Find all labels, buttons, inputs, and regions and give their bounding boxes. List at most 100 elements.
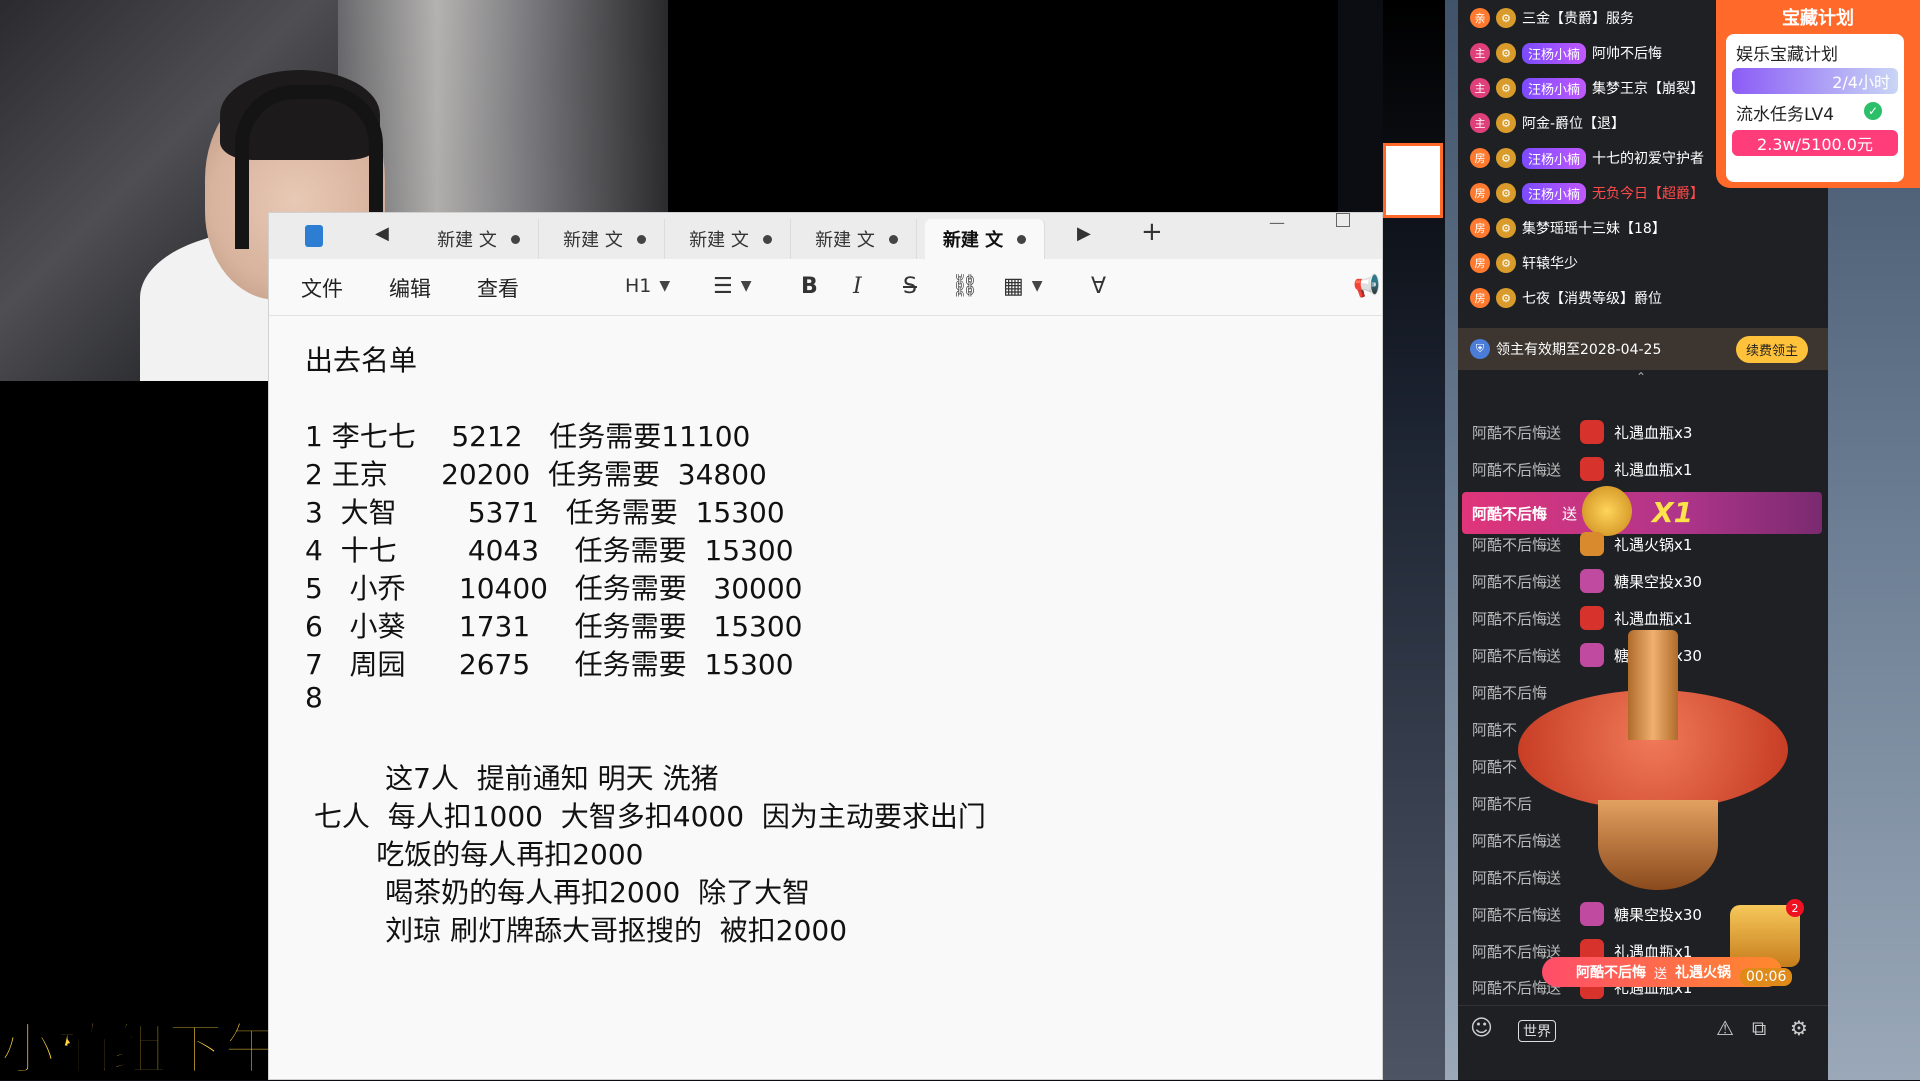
gift-sender: 阿酷不后悔 — [1472, 572, 1548, 591]
list-icon: ☰ — [713, 273, 733, 299]
menu-view[interactable]: 查看 — [477, 273, 519, 303]
mini-treasure-preview[interactable] — [1383, 143, 1443, 218]
text-line: 吃饭的每人再扣2000 — [305, 838, 644, 871]
gift-message[interactable]: 阿酷不后悔送 糖果空投x30 — [1472, 899, 1702, 929]
minimize-icon[interactable]: — — [1269, 213, 1285, 232]
gift-name: 糖果空投x30 — [1614, 572, 1702, 591]
check-icon: ✓ — [1864, 102, 1882, 120]
chat-message[interactable]: 房 ⚙ 汪杨小楠 十七的初爱守护者 — [1470, 144, 1704, 172]
tab-2[interactable]: 新建 文 — [545, 219, 665, 259]
gift-message[interactable]: 阿酷不后悔送 礼遇血瓶x1 — [1472, 603, 1692, 633]
gift-message[interactable]: 阿酷不后悔送 礼遇血瓶x3 — [1472, 417, 1692, 447]
link-icon[interactable]: ⛓ — [951, 271, 979, 301]
text-line: 2 王京 20200 任务需要 34800 — [305, 458, 767, 491]
tab-5-active[interactable]: 新建 文 — [925, 219, 1045, 259]
tab-3[interactable]: 新建 文 — [671, 219, 791, 259]
hotpot-chimney — [1628, 630, 1678, 740]
chat-message[interactable]: 亲 ⚙ 三金【贵爵】服务 — [1470, 4, 1634, 32]
popup-send-label: 送 — [1654, 966, 1668, 982]
level-badge-icon: 房 — [1470, 218, 1490, 238]
menu-file[interactable]: 文件 — [301, 273, 343, 303]
treasure-title: 宝藏计划 — [1782, 8, 1854, 29]
chat-message[interactable]: 房 ⚙ 汪杨小楠 无负今日【超爵】 — [1470, 179, 1704, 207]
chevron-up-icon[interactable]: ⌃ — [1636, 370, 1646, 384]
level-badge-icon: 房 — [1470, 288, 1490, 308]
level-badge-icon: 房 — [1470, 183, 1490, 203]
text-line: 出去名单 — [305, 344, 418, 377]
treasure-plan-card[interactable]: 宝藏计划 娱乐宝藏计划 2/4小时 流水任务LV4 ✓ 2.3w/5100.0元 — [1716, 0, 1920, 188]
world-chat-label[interactable]: 世界 — [1518, 1020, 1556, 1042]
bold-button[interactable]: B — [801, 271, 818, 301]
announcement-icon[interactable]: 📢 — [1353, 271, 1380, 301]
renew-guardian-button[interactable]: 续费领主 — [1735, 336, 1808, 363]
settings-icon[interactable]: ⚙ — [1790, 1016, 1808, 1040]
clear-format-icon[interactable]: Ɐ — [1091, 271, 1106, 301]
text-line: 8 — [305, 681, 323, 714]
tab-label: 新建 文 — [563, 230, 623, 251]
gift-message[interactable]: 阿酷不后悔送 礼遇血瓶x1 — [1472, 454, 1692, 484]
tab-4[interactable]: 新建 文 — [797, 219, 917, 259]
medal-icon: ⚙ — [1496, 78, 1516, 98]
chat-message[interactable]: 主 ⚙ 阿金-爵位【退】 — [1470, 109, 1625, 137]
chat-message[interactable]: 房 ⚙ 集梦瑶瑶十三妹【18】 — [1470, 214, 1666, 242]
menu-edit[interactable]: 编辑 — [389, 273, 431, 303]
medal-icon: ⚙ — [1496, 183, 1516, 203]
text-line: 3 大智 5371 任务需要 15300 — [305, 496, 785, 529]
blood-bottle-icon — [1580, 457, 1604, 481]
gift-message[interactable]: 阿酷不后悔送 礼遇火锅x1 — [1472, 529, 1692, 559]
gift-highlight-banner[interactable]: 阿酷不后悔 送 X1 — [1462, 486, 1822, 536]
unsaved-dot-icon — [636, 234, 646, 244]
heading-dropdown[interactable]: H1 ▼ — [625, 271, 670, 301]
candy-airdrop-icon — [1580, 569, 1604, 593]
new-tab-plus-icon[interactable]: + — [1141, 217, 1163, 247]
fan-tag: 汪杨小楠 — [1522, 147, 1587, 169]
chat-message[interactable]: 房 ⚙ 七夜【消费等级】爵位 — [1470, 284, 1662, 312]
text-line: 这7人 提前通知 明天 洗猪 — [305, 762, 719, 795]
chat-text: 阿帅不后悔 — [1592, 46, 1663, 62]
table-dropdown[interactable]: ▦ ▼ — [1003, 271, 1043, 301]
chat-text: 集梦瑶瑶十三妹【18】 — [1522, 221, 1666, 237]
chat-text: 无负今日【超爵】 — [1592, 186, 1705, 202]
text-line: 4 十七 4043 任务需要 15300 — [305, 534, 794, 567]
chevron-down-icon: ▼ — [740, 278, 752, 294]
chat-message[interactable]: 主 ⚙ 汪杨小楠 阿帅不后悔 — [1470, 39, 1662, 67]
warning-icon[interactable]: ⚠ — [1716, 1016, 1734, 1040]
medal-icon: ⚙ — [1496, 218, 1516, 238]
list-dropdown[interactable]: ☰ ▼ — [713, 271, 752, 301]
tab-scroll-right-icon[interactable]: ▶ — [1077, 223, 1091, 244]
tab-1[interactable]: 新建 文 — [419, 219, 539, 259]
level-badge-icon: 主 — [1470, 78, 1490, 98]
tab-bar: ◀ 新建 文 新建 文 新建 文 新建 文 新建 文 ▶ + — — [269, 213, 1382, 259]
chat-message[interactable]: 主 ⚙ 汪杨小楠 集梦王京【崩裂】 — [1470, 74, 1704, 102]
treasure-item2-label: 流水任务LV4 — [1736, 105, 1835, 125]
chat-message[interactable]: 房 ⚙ 轩辕华少 — [1470, 249, 1578, 277]
heading-label: H1 — [625, 275, 652, 297]
text-line: 7 周园 2675 任务需要 15300 — [305, 648, 794, 681]
treasure-card-body: 娱乐宝藏计划 2/4小时 流水任务LV4 ✓ 2.3w/5100.0元 — [1726, 34, 1904, 182]
medal-icon: ⚙ — [1496, 253, 1516, 273]
italic-button[interactable]: I — [853, 271, 862, 301]
window-icon[interactable]: ⧉ — [1752, 1016, 1766, 1040]
chevron-down-icon: ▼ — [659, 278, 671, 294]
gift-message[interactable]: 阿酷不后悔送 糖果空投x30 — [1472, 566, 1702, 596]
treasure-item1-label: 娱乐宝藏计划 — [1736, 45, 1838, 65]
emoji-icon[interactable]: ☺ — [1470, 1016, 1493, 1041]
fan-tag: 汪杨小楠 — [1522, 182, 1587, 204]
chat-text: 三金【贵爵】服务 — [1522, 11, 1634, 27]
level-badge-icon: 主 — [1470, 113, 1490, 133]
unsaved-dot-icon — [888, 234, 898, 244]
medal-icon: ⚙ — [1496, 43, 1516, 63]
combo-count: X1 — [1652, 496, 1694, 529]
text-line: 喝茶奶的每人再扣2000 除了大智 — [305, 876, 811, 909]
candy-airdrop-icon — [1580, 902, 1604, 926]
strikethrough-button[interactable]: S — [903, 271, 917, 301]
medal-icon: ⚙ — [1496, 8, 1516, 28]
popup-gift: 礼遇火锅 — [1675, 965, 1732, 981]
chat-bottom-bar: ☺ 世界 ⚠ ⧉ ⚙ — [1458, 1005, 1828, 1056]
shield-icon: ⛨ — [1470, 339, 1490, 359]
text-editor[interactable]: 出去名单 1 李七七 5212 任务需要11100 2 王京 20200 任务需… — [269, 315, 1382, 1081]
level-badge-icon: 主 — [1470, 43, 1490, 63]
tab-scroll-left-icon[interactable]: ◀ — [375, 223, 389, 244]
maximize-icon[interactable] — [1336, 213, 1350, 227]
send-label: 送 — [1546, 905, 1562, 924]
